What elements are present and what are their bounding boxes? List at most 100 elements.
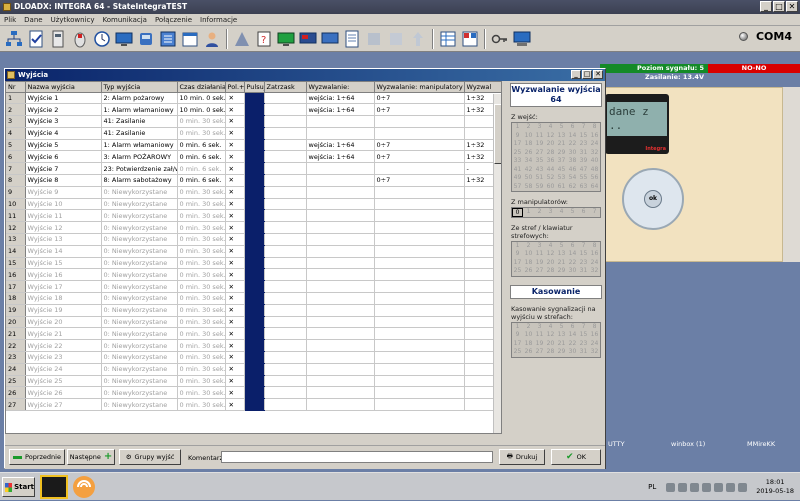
polarity-cell[interactable]: ✕ xyxy=(225,209,245,223)
output-time-cell[interactable]: 0 min. 30 sek. xyxy=(177,280,226,294)
latch-cell[interactable] xyxy=(264,92,307,105)
maximize-button[interactable]: □ xyxy=(773,1,785,12)
grid-number[interactable]: 14 xyxy=(567,250,578,259)
grid-number[interactable]: 58 xyxy=(523,183,534,192)
outputs-close-button[interactable]: ✕ xyxy=(593,70,603,79)
output-name-cell[interactable]: Wyjście 8 xyxy=(25,174,102,187)
latch-cell[interactable] xyxy=(264,245,307,258)
grid-number[interactable]: 14 xyxy=(567,132,578,141)
pulse-cell[interactable] xyxy=(244,292,265,305)
trigger-cell[interactable] xyxy=(306,209,375,223)
table-row[interactable]: 14 Wyjście 14 0: Niewykorzystane 0 min. 30 … xyxy=(6,245,501,258)
output-name-cell[interactable]: Wyjście 13 xyxy=(25,233,102,246)
grid-number[interactable]: 9 xyxy=(512,132,523,141)
row-number[interactable]: 9 xyxy=(6,186,26,199)
pulse-cell[interactable] xyxy=(244,268,265,282)
pulse-cell[interactable] xyxy=(244,174,265,187)
grid-number[interactable]: 13 xyxy=(556,331,567,340)
keypad-trigger-cell[interactable] xyxy=(374,398,465,412)
grid-number[interactable]: 19 xyxy=(534,259,545,268)
structure-icon[interactable] xyxy=(4,29,24,49)
pulse-cell[interactable] xyxy=(244,209,265,223)
trigger-cell[interactable] xyxy=(306,174,375,187)
pulse-cell[interactable] xyxy=(244,92,265,105)
table-row[interactable]: 15 Wyjście 15 0: Niewykorzystane 0 min. 30 … xyxy=(6,257,501,270)
output-time-cell[interactable]: 0 min. 6 sek. xyxy=(177,150,226,164)
grid-number[interactable]: 62 xyxy=(567,183,578,192)
grid-number[interactable]: 2 xyxy=(523,123,534,132)
output-type-cell[interactable]: 0: Niewykorzystane xyxy=(101,375,178,388)
polarity-cell[interactable]: ✕ xyxy=(225,304,245,317)
screen-icon[interactable] xyxy=(320,29,340,49)
pulse-cell[interactable] xyxy=(244,363,265,376)
vertical-scrollbar[interactable] xyxy=(493,94,501,433)
grid-number[interactable]: 31 xyxy=(578,267,589,276)
pulse-cell[interactable] xyxy=(244,162,265,176)
pulse-cell[interactable] xyxy=(244,386,265,400)
table-row[interactable]: 27 Wyjście 27 0: Niewykorzystane 0 min. 30 … xyxy=(6,398,501,412)
trigger-cell[interactable]: wejścia: 1÷64 xyxy=(306,92,375,105)
latch-cell[interactable] xyxy=(264,339,307,353)
tray-signal-icon[interactable] xyxy=(702,482,712,492)
row-number[interactable]: 16 xyxy=(6,268,26,282)
table-row[interactable]: 20 Wyjście 20 0: Niewykorzystane 0 min. 30 … xyxy=(6,316,501,329)
pulse-cell[interactable] xyxy=(244,139,265,152)
grid-number[interactable]: 4 xyxy=(556,208,567,217)
output-type-cell[interactable]: 0: Niewykorzystane xyxy=(101,292,178,305)
next-button[interactable]: Następne + xyxy=(67,449,115,465)
output-type-cell[interactable]: 41: Zasilanie xyxy=(101,127,178,140)
grid-number[interactable]: 2 xyxy=(534,208,545,217)
grid-number[interactable]: 27 xyxy=(534,348,545,357)
latch-cell[interactable] xyxy=(264,221,307,235)
keypad-trigger-cell[interactable]: 0÷7 xyxy=(374,103,465,117)
desktop-label-utty[interactable]: UTTY xyxy=(608,440,625,448)
table-icon[interactable] xyxy=(438,29,458,49)
menu-uzytkownicy[interactable]: Użytkownicy xyxy=(47,14,99,25)
row-number[interactable]: 8 xyxy=(6,174,26,187)
pulse-cell[interactable] xyxy=(244,339,265,353)
key-icon[interactable] xyxy=(490,29,510,49)
grid-number[interactable]: 63 xyxy=(578,183,589,192)
grid-number[interactable]: 24 xyxy=(589,340,600,349)
output-time-cell[interactable]: 0 min. 30 sek. xyxy=(177,209,226,223)
output-name-cell[interactable]: Wyjście 11 xyxy=(25,209,102,223)
keypad-trigger-cell[interactable] xyxy=(374,209,465,223)
reset-zones-grid[interactable]: 1 2 3 4 5 6 7 8 9 10 11 12 13 14 15 16 17 18 19 20 21 22 23 24 2… xyxy=(511,321,601,358)
pulse-cell[interactable] xyxy=(244,221,265,235)
output-time-cell[interactable]: 10 min. 0 sek. xyxy=(177,92,226,105)
grid-number[interactable]: 48 xyxy=(589,166,600,175)
column-header[interactable]: Wyzwalanie: xyxy=(306,82,375,93)
latch-cell[interactable] xyxy=(264,268,307,282)
clock-icon[interactable] xyxy=(92,29,112,49)
tray-notification-icon[interactable] xyxy=(738,482,748,492)
trigger-cell[interactable]: wejścia: 1÷64 xyxy=(306,139,375,152)
tray-network-icon[interactable] xyxy=(690,482,700,492)
column-header[interactable]: Pulsuj. xyxy=(244,82,265,93)
grid-number[interactable]: 24 xyxy=(589,259,600,268)
table-row[interactable]: 8 Wyjście 8 8: Alarm sabotażowy 0 min. 6 se… xyxy=(6,174,501,187)
grid-number[interactable]: 59 xyxy=(534,183,545,192)
grid-number[interactable]: 29 xyxy=(556,149,567,158)
grid-number[interactable]: 49 xyxy=(512,174,523,183)
previous-button[interactable]: Poprzednie xyxy=(9,449,65,465)
grid-number[interactable]: 27 xyxy=(534,267,545,276)
latch-cell[interactable] xyxy=(264,150,307,164)
output-name-cell[interactable]: Wyjście 4 xyxy=(25,127,102,140)
grid-number[interactable]: 16 xyxy=(589,250,600,259)
row-number[interactable]: 3 xyxy=(6,115,26,128)
polarity-cell[interactable]: ✕ xyxy=(225,92,245,105)
polarity-cell[interactable]: ✕ xyxy=(225,386,245,400)
latch-cell[interactable] xyxy=(264,375,307,388)
keypad-trigger-cell[interactable]: 0÷7 xyxy=(374,139,465,152)
pulse-cell[interactable] xyxy=(244,150,265,164)
inputs-grid[interactable]: 1 2 3 4 5 6 7 8 9 10 11 12 13 14 15 16 17 18 19 20 21 22 23 24 2… xyxy=(511,122,601,192)
grid-number[interactable]: 3 xyxy=(545,208,556,217)
grid-number[interactable]: 54 xyxy=(567,174,578,183)
grid-number[interactable]: 28 xyxy=(545,149,556,158)
row-number[interactable]: 11 xyxy=(6,209,26,223)
grid-number[interactable]: 28 xyxy=(545,267,556,276)
grid-number[interactable]: 15 xyxy=(578,331,589,340)
pulse-cell[interactable] xyxy=(244,304,265,317)
grid-number[interactable]: 25 xyxy=(512,149,523,158)
print-button[interactable]: 🖶 Drukuj xyxy=(499,449,545,465)
